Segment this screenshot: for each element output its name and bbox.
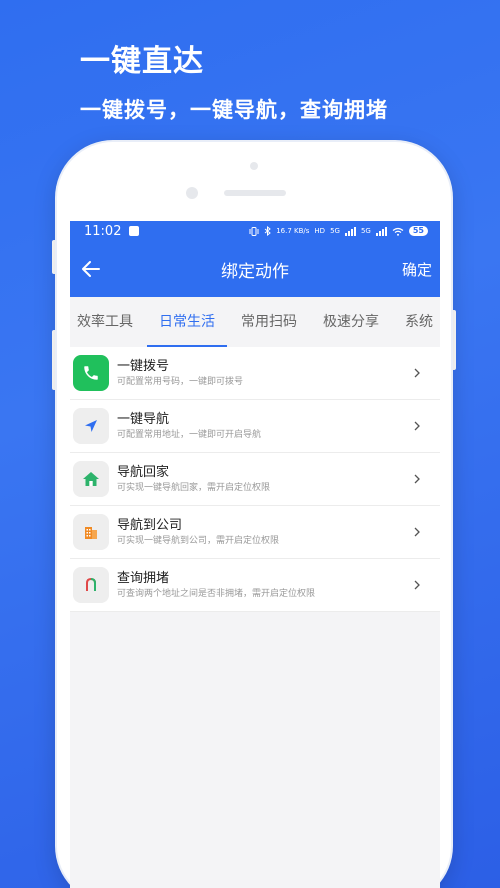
status-time: 11:02: [84, 223, 122, 239]
chevron-right-icon: [414, 421, 420, 431]
list-item-one-key-navigation[interactable]: 一键导航 可配置常用地址，一键即可开启导航: [70, 400, 440, 453]
confirm-button[interactable]: 确定: [402, 259, 432, 280]
item-title: 查询拥堵: [117, 570, 170, 586]
item-description: 可查询两个地址之间是否非拥堵，需开启定位权限: [117, 588, 316, 599]
hd-badge: HD: [314, 227, 326, 235]
signal-label-2: 5G: [360, 227, 371, 235]
tab-daily-life[interactable]: 日常生活: [147, 297, 227, 347]
phone-camera: [186, 187, 198, 199]
navigation-icon: [73, 408, 109, 444]
promo-title: 一键直达: [80, 44, 204, 79]
list-item-navigate-office[interactable]: 导航到公司 可实现一键导航到公司，需开启定位权限: [70, 506, 440, 559]
office-building-icon: [73, 514, 109, 550]
home-icon: [73, 461, 109, 497]
phone-icon: [73, 355, 109, 391]
battery-indicator: 55: [408, 226, 428, 236]
item-description: 可实现一键导航到公司，需开启定位权限: [117, 535, 280, 546]
item-description: 可实现一键导航回家，需开启定位权限: [117, 482, 271, 493]
page-title: 绑定动作: [221, 261, 289, 282]
signal-icon: [344, 226, 356, 236]
vibrate-icon: [249, 226, 259, 236]
chevron-right-icon: [414, 474, 420, 484]
list-item-one-key-dial[interactable]: 一键拨号 可配置常用号码，一键即可拨号: [70, 347, 440, 400]
item-description: 可配置常用号码，一键即可拨号: [117, 376, 244, 387]
chevron-right-icon: [414, 580, 420, 590]
phone-sensor: [250, 162, 258, 170]
back-arrow-icon[interactable]: [80, 258, 102, 280]
wifi-icon: [392, 227, 404, 236]
app-bar: 绑定动作 确定: [70, 241, 440, 297]
tab-efficiency-tools[interactable]: 效率工具: [77, 297, 133, 347]
item-title: 一键导航: [117, 411, 170, 427]
tab-quick-share[interactable]: 极速分享: [323, 297, 379, 347]
item-description: 可配置常用地址，一键即可开启导航: [117, 429, 262, 440]
item-title: 一键拨号: [117, 358, 170, 374]
action-list: 一键拨号 可配置常用号码，一键即可拨号 一键导航 可配置常用地址，一键即可开启导…: [70, 347, 440, 612]
category-tabs: 效率工具 日常生活 常用扫码 极速分享 系统: [70, 297, 440, 347]
list-item-navigate-home[interactable]: 导航回家 可实现一键导航回家，需开启定位权限: [70, 453, 440, 506]
phone-screen: 11:02 16.7 KB/s HD 5G 5G 55 绑定动作 确定 效率工具…: [70, 221, 440, 888]
item-title: 导航回家: [117, 464, 170, 480]
item-title: 导航到公司: [117, 517, 183, 533]
traffic-route-icon: [73, 567, 109, 603]
phone-speaker: [224, 190, 286, 196]
notification-icon: [129, 226, 140, 236]
tab-system[interactable]: 系统: [405, 297, 433, 347]
network-speed: 16.7 KB/s: [276, 227, 310, 235]
signal-label-1: 5G: [330, 227, 340, 235]
promo-subtitle: 一键拨号，一键导航，查询拥堵: [80, 98, 388, 122]
list-item-traffic-check[interactable]: 查询拥堵 可查询两个地址之间是否非拥堵，需开启定位权限: [70, 559, 440, 612]
signal-icon: [375, 226, 387, 236]
tab-common-scan[interactable]: 常用扫码: [241, 297, 297, 347]
chevron-right-icon: [414, 527, 420, 537]
chevron-right-icon: [414, 368, 420, 378]
status-bar: 11:02 16.7 KB/s HD 5G 5G 55: [70, 221, 440, 241]
bluetooth-icon: [264, 226, 272, 236]
